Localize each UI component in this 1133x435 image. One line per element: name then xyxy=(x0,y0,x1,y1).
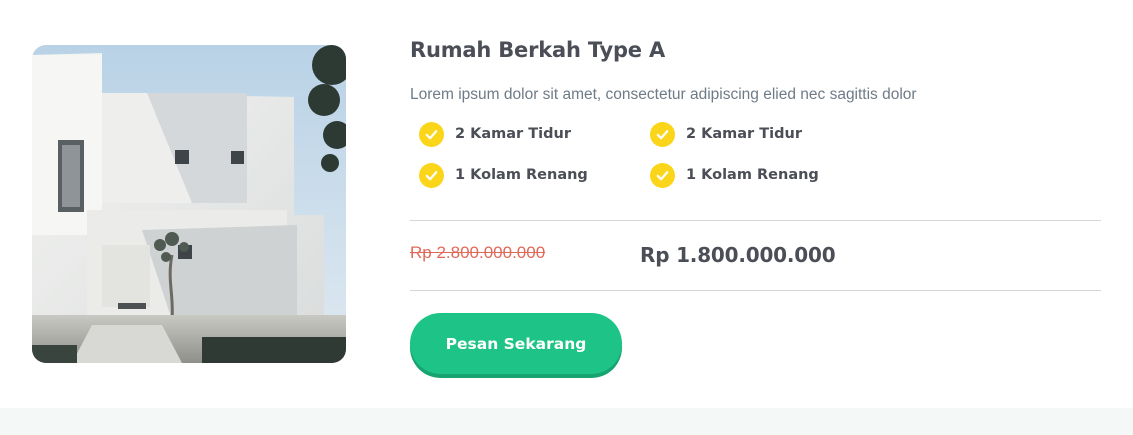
feature-label: 1 Kolam Renang xyxy=(455,167,588,183)
product-description: Lorem ipsum dolor sit amet, consectetur … xyxy=(410,86,917,103)
sale-price: Rp 1.800.000.000 xyxy=(640,243,836,267)
check-circle-icon xyxy=(419,162,444,188)
feature-item: 1 Kolam Renang xyxy=(419,162,588,188)
feature-label: 1 Kolam Renang xyxy=(686,167,819,183)
divider xyxy=(410,290,1101,291)
house-photo xyxy=(32,45,346,363)
product-card: Rumah Berkah Type A Lorem ipsum dolor si… xyxy=(0,0,1133,408)
check-circle-icon xyxy=(650,162,675,188)
check-circle-icon xyxy=(419,121,444,147)
product-details: Rumah Berkah Type A Lorem ipsum dolor si… xyxy=(410,36,1101,207)
check-circle-icon xyxy=(650,121,675,147)
order-now-button[interactable]: Pesan Sekarang xyxy=(410,313,622,374)
product-title: Rumah Berkah Type A xyxy=(410,38,665,62)
feature-label: 2 Kamar Tidur xyxy=(686,126,802,142)
feature-item: 1 Kolam Renang xyxy=(650,162,819,188)
feature-label: 2 Kamar Tidur xyxy=(455,126,571,142)
divider xyxy=(410,220,1101,221)
next-section-band xyxy=(0,408,1133,435)
feature-list: 2 Kamar Tidur 2 Kamar Tidur 1 Kolam Rena… xyxy=(410,121,1101,207)
feature-item: 2 Kamar Tidur xyxy=(419,121,571,147)
feature-item: 2 Kamar Tidur xyxy=(650,121,802,147)
original-price: Rp 2.800.000.000 xyxy=(410,243,546,262)
